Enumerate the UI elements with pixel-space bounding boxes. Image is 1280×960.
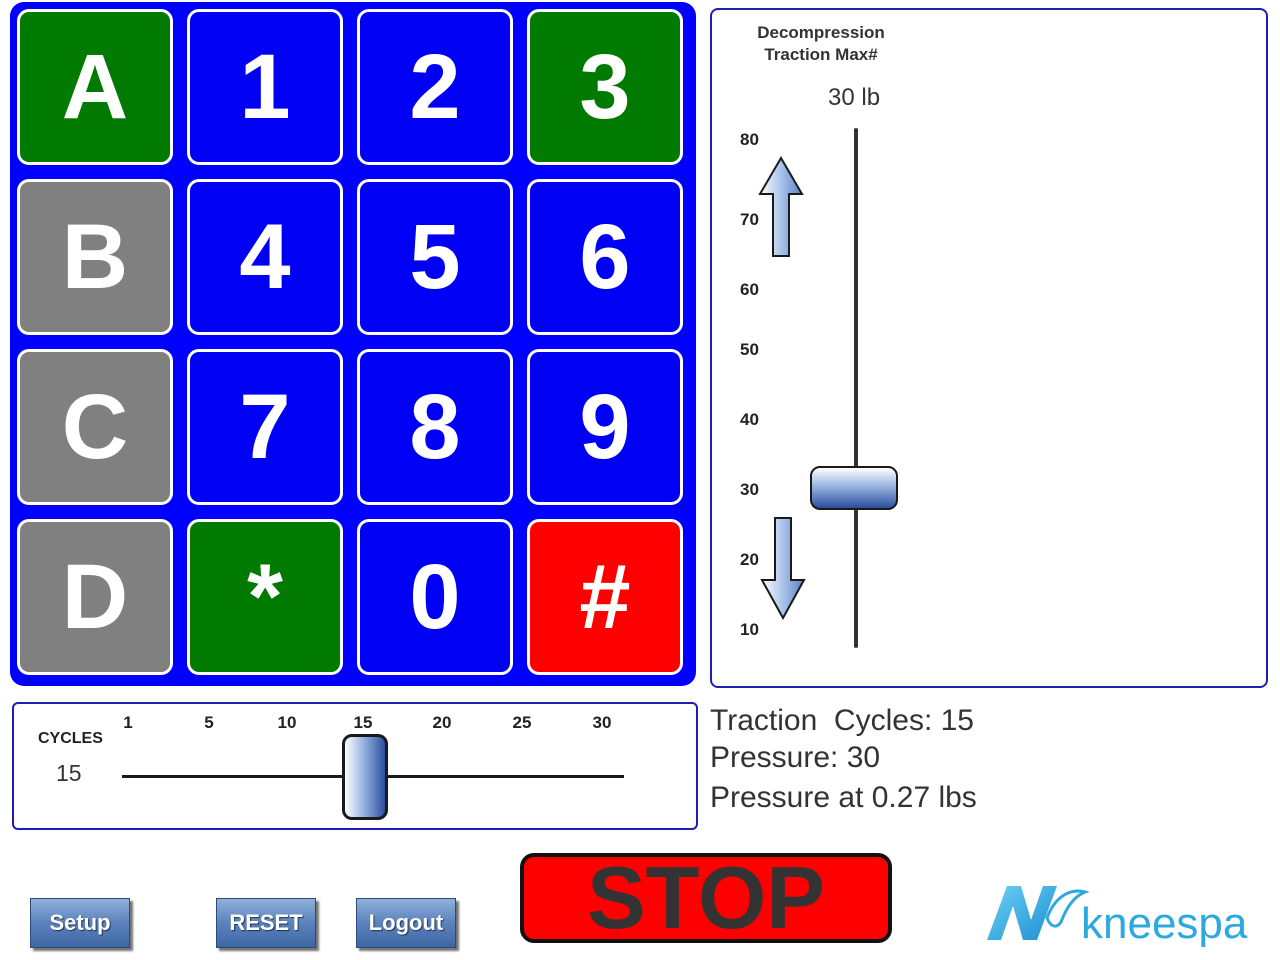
v-tick-60: 60 xyxy=(740,280,759,299)
key-d[interactable]: D xyxy=(17,519,173,675)
key-1[interactable]: 1 xyxy=(187,9,343,165)
key-star[interactable]: * xyxy=(187,519,343,675)
key-6[interactable]: 6 xyxy=(527,179,683,335)
kneespa-logo-mark: kneespa xyxy=(987,886,1248,948)
h-tick-5: 5 xyxy=(204,713,214,732)
h-tick-25: 25 xyxy=(512,713,532,732)
cycles-label: CYCLES xyxy=(38,730,103,747)
reset-button[interactable]: RESET xyxy=(216,898,316,948)
decompression-panel: Decompression Traction Max# 30 lb 80 70 … xyxy=(710,8,1268,688)
key-9[interactable]: 9 xyxy=(527,349,683,505)
decompression-title-line2: Traction Max# xyxy=(764,45,878,64)
h-tick-10: 10 xyxy=(277,713,297,732)
h-tick-15: 15 xyxy=(353,713,373,732)
traction-slider-thumb[interactable] xyxy=(810,466,898,510)
status-pressure: Pressure: 30 xyxy=(710,741,881,774)
key-b[interactable]: B xyxy=(17,179,173,335)
logo-text: kneespa xyxy=(1081,899,1248,948)
v-tick-50: 50 xyxy=(740,340,759,359)
keypad: A 1 2 3 B 4 5 6 C 7 8 9 D * 0 # xyxy=(10,2,696,686)
v-tick-10: 10 xyxy=(740,620,759,639)
v-tick-70: 70 xyxy=(740,210,759,229)
decompression-title-line1: Decompression xyxy=(757,23,885,42)
key-7[interactable]: 7 xyxy=(187,349,343,505)
h-tick-1: 1 xyxy=(123,713,133,732)
h-tick-30: 30 xyxy=(592,713,612,732)
key-c[interactable]: C xyxy=(17,349,173,505)
key-8[interactable]: 8 xyxy=(357,349,513,505)
key-5[interactable]: 5 xyxy=(357,179,513,335)
cycles-slider-thumb[interactable] xyxy=(342,734,388,820)
cycles-value: 15 xyxy=(56,760,82,786)
key-hash[interactable]: # xyxy=(527,519,683,675)
traction-slider-track[interactable] xyxy=(854,128,858,648)
h-tick-20: 20 xyxy=(432,713,452,732)
key-4[interactable]: 4 xyxy=(187,179,343,335)
status-pressure-at: Pressure at 0.27 lbs xyxy=(710,781,977,814)
cycles-panel: CYCLES 15 1 5 10 15 20 25 30 xyxy=(12,702,698,830)
key-0[interactable]: 0 xyxy=(357,519,513,675)
key-a[interactable]: A xyxy=(17,9,173,165)
v-tick-30: 30 xyxy=(740,480,759,499)
decompression-value: 30 lb xyxy=(828,84,881,111)
decompression-title: Decompression Traction Max# xyxy=(748,22,894,66)
logout-button[interactable]: Logout xyxy=(356,898,456,948)
v-tick-40: 40 xyxy=(740,410,759,429)
v-tick-20: 20 xyxy=(740,550,759,569)
setup-button[interactable]: Setup xyxy=(30,898,130,948)
arrow-down-icon[interactable] xyxy=(760,516,806,620)
stop-button[interactable]: STOP xyxy=(520,853,892,943)
key-3[interactable]: 3 xyxy=(527,9,683,165)
key-2[interactable]: 2 xyxy=(357,9,513,165)
arrow-up-icon[interactable] xyxy=(758,156,804,258)
status-traction-cycles: Traction Cycles: 15 xyxy=(710,704,974,737)
v-tick-80: 80 xyxy=(740,130,759,149)
kneespa-logo: kneespa xyxy=(985,878,1270,948)
